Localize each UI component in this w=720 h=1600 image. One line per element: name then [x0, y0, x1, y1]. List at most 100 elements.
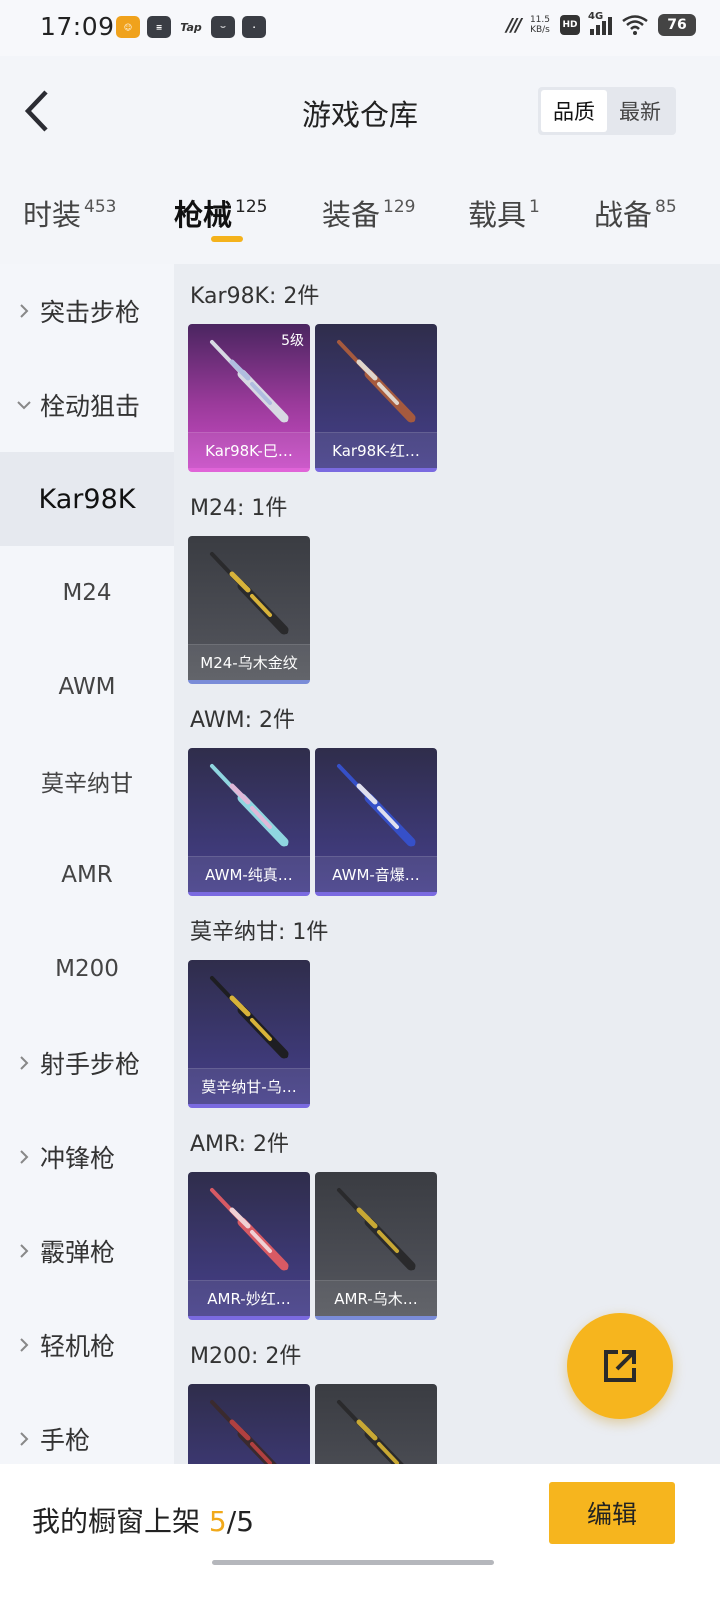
sidebar-subitem-awm[interactable]: AWM	[0, 640, 174, 734]
chevron-right-icon	[20, 1056, 29, 1070]
rifle-icon	[210, 1400, 277, 1464]
chevron-right-icon	[20, 1432, 29, 1446]
rifle-icon	[337, 340, 416, 423]
share-button[interactable]	[567, 1313, 673, 1419]
sort-toggle: 品质 最新	[538, 87, 676, 135]
weapon-name: AWM-音爆…	[315, 856, 437, 892]
tab-count: 1	[529, 197, 540, 218]
weapon-card[interactable]: AMR-乌木…	[315, 1172, 437, 1320]
tab-count: 453	[84, 197, 117, 218]
weapon-name: AMR-乌木…	[315, 1280, 437, 1316]
sidebar-subitem-m24[interactable]: M24	[0, 546, 174, 640]
sidebar-subitem-mosin[interactable]: 莫辛纳甘	[0, 734, 174, 828]
sidebar-item-bolt-action-snipers[interactable]: 栓动狙击	[0, 358, 174, 452]
tab-count: 129	[383, 197, 416, 218]
weapon-name: Kar98K-巳…	[188, 432, 310, 468]
group-title: AWM: 2件	[190, 708, 295, 733]
home-indicator	[212, 1560, 494, 1565]
battery-indicator: 76	[658, 14, 696, 36]
network-speed-unit: KB/s	[530, 25, 550, 35]
sidebar-item-shotguns[interactable]: 霰弹枪	[0, 1204, 174, 1298]
sidebar-subitem-kar98k[interactable]: Kar98K	[0, 452, 174, 546]
rifle-icon	[210, 552, 289, 635]
level-badge: 5级	[281, 333, 304, 349]
page: 17:09 ☺ ≡ Tap ⌣ ∙ /// 11.5 KB/s HD 4G 76…	[0, 0, 720, 1600]
weapon-card[interactable]: AWM-音爆…	[315, 748, 437, 896]
rifle-icon	[337, 1188, 416, 1271]
chevron-right-icon	[20, 1338, 29, 1352]
sidebar-item-smgs[interactable]: 冲锋枪	[0, 1110, 174, 1204]
showcase-status: 我的橱窗上架 5/5	[32, 1500, 254, 1540]
status-right-cluster: /// 11.5 KB/s HD 4G 76	[506, 11, 696, 36]
item-list: Kar98K: 2件 5级 Kar98K-巳… Kar98K-红… M24: 1件 M24…	[174, 264, 720, 1464]
sidebar-item-label: 射手步枪	[40, 1050, 141, 1079]
weapon-card[interactable]: 莫辛纳甘-乌…	[188, 960, 310, 1108]
sidebar-item-assault-rifles[interactable]: 突击步枪	[0, 264, 174, 358]
group-title: M24: 1件	[190, 496, 288, 521]
sidebar-item-label: 手枪	[40, 1426, 91, 1455]
showcase-count-total: 5	[236, 1505, 255, 1538]
chevron-right-icon	[20, 1150, 29, 1164]
sidebar-subitem-amr[interactable]: AMR	[0, 828, 174, 922]
signal-logo-icon: ///	[506, 14, 522, 36]
rifle-icon	[210, 1188, 289, 1271]
weapon-card[interactable]: Kar98K-红…	[315, 324, 437, 472]
sidebar-item-label: 栓动狙击	[40, 392, 141, 421]
weapon-name: AWM-纯真…	[188, 856, 310, 892]
weapon-card[interactable]: AWM-纯真…	[188, 748, 310, 896]
tab-vehicles[interactable]: 载具 1	[468, 192, 540, 234]
weapon-name: 莫辛纳甘-乌…	[188, 1068, 310, 1104]
rifle-icon	[210, 976, 289, 1059]
edit-button[interactable]: 编辑	[549, 1482, 675, 1544]
tab-label: 载具	[468, 198, 527, 232]
group-title: AMR: 2件	[190, 1132, 290, 1157]
tab-count: 125	[235, 197, 268, 218]
tap-app-icon: Tap	[180, 20, 202, 34]
chevron-right-icon	[20, 304, 29, 318]
coin-stack-icon: ≡	[147, 16, 171, 38]
rifle-icon	[210, 764, 289, 847]
weapon-name: Kar98K-红…	[315, 432, 437, 468]
sidebar-item-label: 冲锋枪	[40, 1144, 116, 1173]
weapon-name: M24-乌木金纹	[188, 644, 310, 680]
tab-count: 85	[655, 197, 677, 218]
weapon-card[interactable]: AMR-妙红…	[188, 1172, 310, 1320]
sidebar-item-marksman-rifles[interactable]: 射手步枪	[0, 1016, 174, 1110]
network-type: 4G	[588, 11, 604, 22]
group-title: M200: 2件	[190, 1344, 302, 1369]
game-app-icon: ☺	[116, 16, 140, 38]
showcase-count-current: 5	[208, 1505, 227, 1538]
tab-equipment[interactable]: 装备 129	[322, 192, 415, 234]
sort-option-newest[interactable]: 最新	[607, 90, 673, 132]
chevron-down-icon	[17, 401, 31, 410]
sidebar-item-lmgs[interactable]: 轻机枪	[0, 1298, 174, 1392]
cellular-signal-icon: 4G	[588, 11, 612, 35]
tab-label: 枪械	[174, 198, 233, 232]
header: 游戏仓库 品质 最新	[0, 56, 720, 166]
vivo-app-icon: ∙	[242, 16, 266, 38]
group-title: 莫辛纳甘: 1件	[190, 920, 329, 945]
message-app-icon: ⌣	[211, 16, 235, 38]
weapon-name: AMR-妙红…	[188, 1280, 310, 1316]
network-speed: 11.5 KB/s	[530, 15, 550, 35]
tab-guns[interactable]: 枪械 125	[174, 192, 267, 234]
group-title: Kar98K: 2件	[190, 284, 320, 309]
active-tab-indicator	[211, 236, 243, 242]
weapon-card[interactable]: 5级 Kar98K-巳…	[188, 324, 310, 472]
tab-skins[interactable]: 时装 453	[23, 192, 116, 234]
weapon-card[interactable]	[315, 1384, 437, 1464]
showcase-label: 我的橱窗上架	[32, 1505, 201, 1538]
category-tabs: 时装 453 枪械 125 装备 129 载具 1 战备 85	[0, 166, 720, 264]
status-bar: 17:09 ☺ ≡ Tap ⌣ ∙ /// 11.5 KB/s HD 4G 76	[0, 0, 720, 56]
weapon-card[interactable]: M24-乌木金纹	[188, 536, 310, 684]
sort-option-quality[interactable]: 品质	[541, 90, 607, 132]
tab-label: 时装	[23, 198, 82, 232]
share-external-icon	[604, 1350, 636, 1382]
weapon-card[interactable]	[188, 1384, 310, 1464]
sidebar-subitem-m200[interactable]: M200	[0, 922, 174, 1016]
tab-label: 战备	[594, 198, 653, 232]
tab-supplies[interactable]: 战备 85	[594, 192, 677, 234]
showcase-count-separator: /	[226, 1505, 237, 1538]
status-time: 17:09	[40, 12, 115, 41]
sidebar-item-label: 轻机枪	[40, 1332, 116, 1361]
